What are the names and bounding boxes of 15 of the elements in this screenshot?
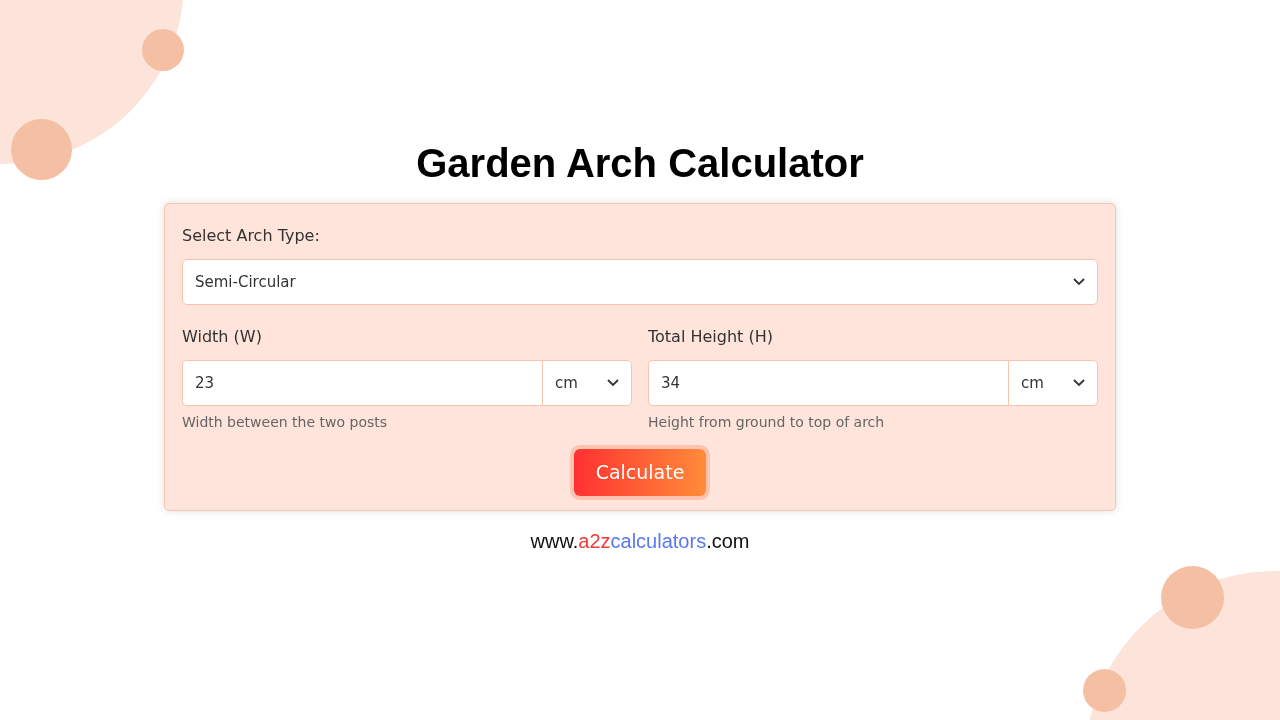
number-field[interactable]: 23: [182, 360, 542, 406]
chevron-down-icon: [1073, 278, 1085, 286]
field-label: Select Arch Type:: [182, 225, 321, 247]
arch-type-select[interactable]: Semi-Circular: [182, 259, 1098, 305]
number-field[interactable]: 34: [648, 360, 1008, 406]
website-url: www.a2zcalculators.com: [529, 528, 751, 554]
page-title: Garden Arch Calculator: [415, 140, 865, 187]
unit-select[interactable]: cm: [542, 360, 632, 406]
field-hint: Width between the two posts: [182, 413, 389, 432]
chevron-down-icon: [607, 379, 619, 387]
field-label: Width (W): [182, 326, 263, 348]
chevron-down-icon: [1073, 379, 1085, 387]
unit-select[interactable]: cm: [1008, 360, 1098, 406]
field-label: Total Height (H): [648, 326, 774, 348]
field-hint: Height from ground to top of arch: [648, 413, 886, 432]
